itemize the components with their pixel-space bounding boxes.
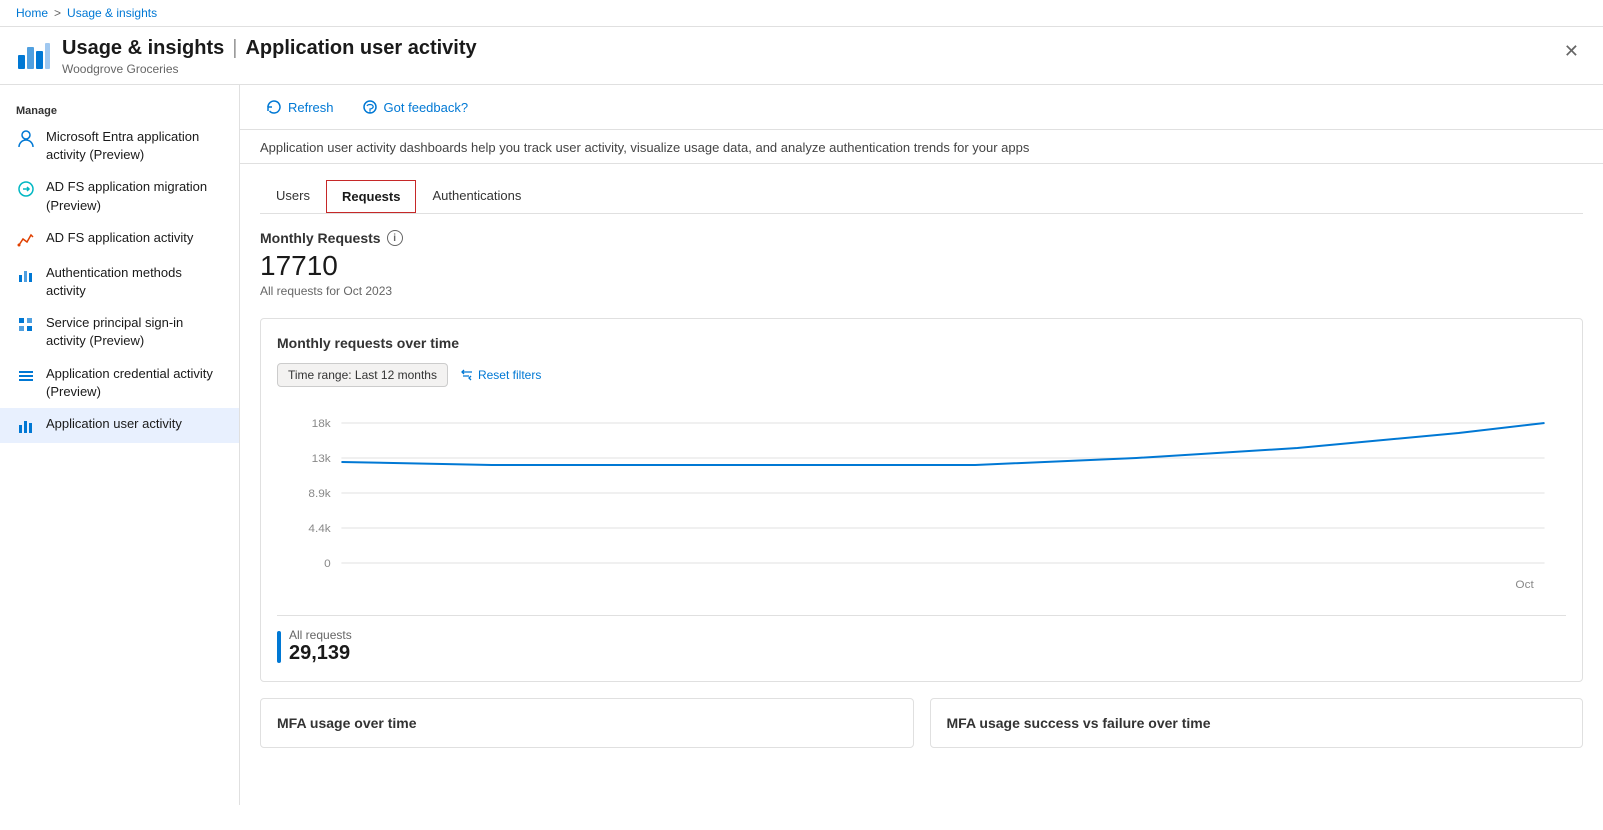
- close-button[interactable]: ✕: [1556, 37, 1587, 66]
- chart-icon: [16, 265, 36, 285]
- breadcrumb-home[interactable]: Home: [16, 6, 48, 20]
- lines-icon: [16, 366, 36, 386]
- bottom-panels: MFA usage over time MFA usage success vs…: [260, 698, 1583, 748]
- sidebar-item-adfs-activity-label: AD FS application activity: [46, 229, 223, 247]
- sidebar-item-auth-methods[interactable]: Authentication methods activity: [0, 257, 239, 307]
- person-icon: [16, 129, 36, 149]
- page-content: Users Requests Authentications Monthly R…: [240, 164, 1603, 764]
- bottom-panel-mfa-success-failure: MFA usage success vs failure over time: [930, 698, 1584, 748]
- chart-bar-icon: [16, 416, 36, 436]
- legend-value: 29,139: [289, 642, 352, 665]
- svg-text:4.4k: 4.4k: [308, 523, 331, 535]
- breadcrumb-separator: >: [54, 6, 61, 20]
- header-text: Usage & insights | Application user acti…: [62, 37, 477, 76]
- sidebar: Manage Microsoft Entra application activ…: [0, 85, 240, 805]
- svg-text:Oct: Oct: [1515, 579, 1534, 591]
- bottom-panel-mfa-usage-title: MFA usage over time: [277, 715, 897, 731]
- stats-number: 17710: [260, 250, 1583, 282]
- legend-bar: [277, 631, 281, 663]
- sidebar-item-adfs-activity[interactable]: AD FS application activity: [0, 222, 239, 257]
- feedback-button[interactable]: Got feedback?: [356, 95, 475, 119]
- main-content: Refresh Got feedback? Application user a…: [240, 85, 1603, 805]
- page-header: Usage & insights | Application user acti…: [0, 27, 1603, 85]
- time-range-filter[interactable]: Time range: Last 12 months: [277, 363, 448, 387]
- tab-bar: Users Requests Authentications: [260, 180, 1583, 214]
- toolbar: Refresh Got feedback?: [240, 85, 1603, 130]
- reset-icon: [460, 368, 474, 382]
- main-layout: Manage Microsoft Entra application activ…: [0, 85, 1603, 805]
- sidebar-item-app-credential[interactable]: Application credential activity (Preview…: [0, 358, 239, 408]
- page-title: Usage & insights | Application user acti…: [62, 37, 477, 60]
- stats-desc: All requests for Oct 2023: [260, 284, 1583, 298]
- org-subtitle: Woodgrove Groceries: [62, 62, 477, 76]
- bottom-panel-mfa-success-failure-title: MFA usage success vs failure over time: [947, 715, 1567, 731]
- title-separator: |: [232, 37, 237, 60]
- breadcrumb-current[interactable]: Usage & insights: [67, 6, 157, 20]
- stats-title: Monthly Requests i: [260, 230, 1583, 246]
- svg-text:8.9k: 8.9k: [308, 488, 331, 500]
- legend-label: All requests: [289, 628, 352, 642]
- top-bar: Home > Usage & insights: [0, 0, 1603, 27]
- sidebar-item-adfs-migration-label: AD FS application migration (Preview): [46, 178, 223, 214]
- sidebar-item-auth-methods-label: Authentication methods activity: [46, 264, 223, 300]
- header-icon: [16, 37, 52, 73]
- chart-legend: All requests 29,139: [277, 615, 1566, 665]
- sidebar-item-app-user[interactable]: Application user activity: [0, 408, 239, 443]
- sidebar-item-ms-entra[interactable]: Microsoft Entra application activity (Pr…: [0, 121, 239, 171]
- refresh-icon: [266, 99, 282, 115]
- legend-text-container: All requests 29,139: [289, 628, 352, 665]
- chart-title: Monthly requests over time: [277, 335, 1566, 351]
- description-bar: Application user activity dashboards hel…: [240, 130, 1603, 164]
- legend-item-all-requests: All requests 29,139: [277, 628, 1566, 665]
- feedback-icon: [362, 99, 378, 115]
- stats-section: Monthly Requests i 17710 All requests fo…: [260, 230, 1583, 298]
- info-icon[interactable]: i: [387, 230, 403, 246]
- refresh-button[interactable]: Refresh: [260, 95, 340, 119]
- sidebar-item-service-principal[interactable]: Service principal sign-in activity (Prev…: [0, 307, 239, 357]
- breadcrumb: Home > Usage & insights: [16, 6, 157, 20]
- chart-section: Monthly requests over time Time range: L…: [260, 318, 1583, 682]
- sidebar-item-app-credential-label: Application credential activity (Preview…: [46, 365, 223, 401]
- bottom-panel-mfa-usage: MFA usage over time: [260, 698, 914, 748]
- sidebar-item-ms-entra-label: Microsoft Entra application activity (Pr…: [46, 128, 223, 164]
- grid-icon: [16, 315, 36, 335]
- chart-svg: 18k 13k 8.9k 4.4k 0 Oct: [277, 403, 1566, 603]
- sidebar-item-adfs-migration[interactable]: AD FS application migration (Preview): [0, 171, 239, 221]
- sidebar-item-service-principal-label: Service principal sign-in activity (Prev…: [46, 314, 223, 350]
- adfs-migrate-icon: [16, 179, 36, 199]
- tab-users[interactable]: Users: [260, 180, 326, 213]
- sidebar-section-manage: Manage: [0, 97, 239, 121]
- svg-text:0: 0: [324, 558, 331, 570]
- reset-filters-button[interactable]: Reset filters: [460, 368, 541, 382]
- tab-authentications[interactable]: Authentications: [416, 180, 537, 213]
- sidebar-item-app-user-label: Application user activity: [46, 415, 223, 433]
- chart-container: 18k 13k 8.9k 4.4k 0 Oct: [277, 403, 1566, 603]
- tab-requests[interactable]: Requests: [326, 180, 417, 213]
- adfs-activity-icon: [16, 230, 36, 250]
- svg-text:13k: 13k: [312, 453, 331, 465]
- chart-filters: Time range: Last 12 months Reset filters: [277, 363, 1566, 387]
- svg-text:18k: 18k: [312, 418, 331, 430]
